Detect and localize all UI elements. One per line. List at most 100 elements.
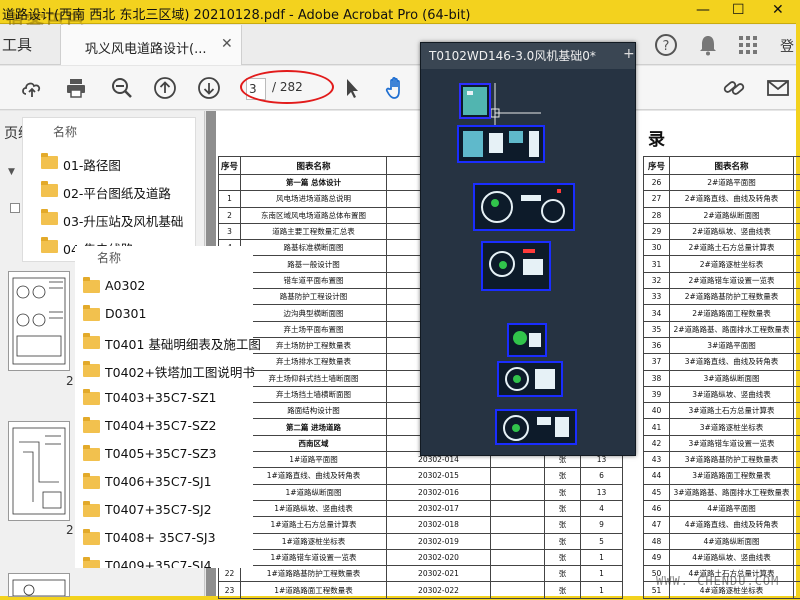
cloud-upload-icon[interactable] [20,76,44,100]
folder-item[interactable]: A0302 [83,274,253,300]
help-icon[interactable]: ? [654,33,678,57]
folder-item[interactable]: 02-平台图纸及道路 [41,180,197,204]
table-cell: 2#道路路基、路面排水工程数量表 [669,320,794,338]
table-cell: 错车道平面布置图 [240,271,387,290]
panel-options-box[interactable] [10,203,20,213]
table-cell: 3#道路平面图 [669,336,794,355]
table-cell [793,581,800,599]
table-cell: 13 [580,483,623,501]
table-cell: 44 [643,467,670,485]
folder-item[interactable]: T0402+铁塔加工图说明书 [83,358,255,384]
window-title-bar: 道客巴巴 道路设计(西南 西北 东北三区域) 20210128.pdf - Ad… [0,0,800,33]
table-row: 181#道路纵坡、竖曲线表20302-017张4 [218,499,623,518]
window-title: 道路设计(西南 西北 东北三区域) 20210128.pdf - Adobe A… [2,8,471,23]
table-cell [793,483,800,501]
table-cell [793,451,800,469]
minimize-button[interactable]: — [696,2,710,18]
folder-name: T0401 基础明细表及施工图 [105,337,261,352]
folder-item[interactable]: T0404+35C7-SZ2 [83,414,253,440]
table-cell: 1#道路纵坡、竖曲线表 [240,499,387,518]
table-cell: 46 [643,499,670,518]
table-cell [793,499,800,518]
folder-item[interactable]: 01-路径图 [41,152,197,176]
table-cell [793,385,800,404]
table-row: 48 4#道路纵断面图 [643,532,800,550]
table-cell: 48 [643,532,670,550]
page-thumbnail[interactable] [8,271,70,371]
table-cell: 39 [643,385,670,404]
table-row: 161#道路直线、曲线及转角表20302-015张6 [218,467,623,485]
table-row: 29 2#道路纵坡、竖曲线表 [643,222,800,241]
folder-item[interactable]: T0403+35C7-SZ1 [83,386,253,412]
tab-tools[interactable]: 工具 [0,25,58,65]
page-thumbnail[interactable] [8,573,70,597]
column-header-name[interactable]: 名称 [53,123,77,140]
table-cell [793,336,800,355]
folder-item[interactable]: T0401 基础明细表及施工图 [83,330,261,356]
table-cell: 张 [544,532,581,550]
table-cell: 第二篇 进场道路 [240,418,387,436]
folder-item[interactable]: T0405+35C7-SZ3 [83,442,253,468]
hand-tool-icon[interactable] [384,76,408,100]
tab-close-button[interactable]: ✕ [221,36,233,52]
table-header-cell: 图表名称 [669,156,794,175]
folder-name: T0406+35C7-SJ1 [105,474,212,489]
table-row: 47 4#道路直线、曲线及转角表 [643,516,800,534]
table-cell: 34 [643,304,670,322]
table-cell: 西南区域 [240,434,387,453]
table-row: 28 2#道路纵断面图 [643,206,800,224]
folder-name: T0407+35C7-SJ2 [105,502,212,517]
folder-item[interactable]: T0406+35C7-SJ1 [83,470,253,496]
table-cell: 弃土场排水工程数量表 [240,353,387,371]
table-cell: 43 [643,451,670,469]
cad-viewer-window[interactable]: T0102WD146-3.0风机基础0* + [420,42,636,456]
table-cell: 路基标准横断面图 [240,239,387,257]
folder-item[interactable]: T0408+ 35C7-SJ3 [83,526,253,552]
maximize-button[interactable]: ☐ [732,2,745,18]
bell-icon[interactable] [696,33,720,57]
folder-item[interactable]: T0409+35C7-SJ4 [83,554,253,568]
folder-list-popup: 名称 01-路径图 02-平台图纸及道路 03-升压站及风机基础 04-集电线路 [22,117,196,262]
table-row: 39 3#道路纵坡、竖曲线表 [643,385,800,404]
table-cell: 45 [643,483,670,501]
email-icon[interactable] [766,76,790,100]
previous-page-icon[interactable] [153,76,177,100]
folder-item[interactable]: T0407+35C7-SJ2 [83,498,253,524]
table-row: 35 2#道路路基、路面排水工程数量表 [643,320,800,338]
folder-item[interactable]: D0301 [83,302,253,328]
table-row: 34 2#道路路面工程数量表 [643,304,800,322]
apps-grid-icon[interactable] [736,33,760,57]
table-cell: 1#道路平面图 [240,451,387,469]
close-window-button[interactable]: ✕ [772,2,784,18]
zoom-out-icon[interactable] [110,76,134,100]
panel-collapse-arrow-icon[interactable]: ▼ [8,167,15,177]
table-cell: 40 [643,402,670,420]
main-toolbar: 3 / 282 [0,66,796,110]
bottom-watermark: WWW. CHENDU.COM [656,574,780,588]
cad-drawing-sheet [481,241,551,291]
folder-icon [83,417,100,433]
page-thumbnail[interactable] [8,421,70,521]
table-cell: 36 [643,336,670,355]
folder-item[interactable]: 03-升压站及风机基础 [41,208,197,232]
next-page-icon[interactable] [197,76,221,100]
table-cell: 1#道路直线、曲线及转角表 [240,467,387,485]
table-cell [793,173,800,192]
folder-name: T0404+35C7-SZ2 [105,418,217,433]
table-cell: 4#道路纵断面图 [669,532,794,550]
cad-drawing-sheet [457,125,545,163]
table-cell: 29 [643,222,670,241]
sign-in-label[interactable]: 登 [780,36,794,56]
tab-document[interactable]: 巩义风电道路设计(... ✕ [60,25,242,65]
table-cell: 3#道路直线、曲线及转角表 [669,353,794,371]
table-cell: 6 [580,467,623,485]
folder-icon [83,305,100,321]
select-arrow-icon[interactable] [340,76,364,100]
column-header-name[interactable]: 名称 [97,249,121,266]
table-cell: 31 [643,255,670,273]
share-link-icon[interactable] [722,76,746,100]
table-cell: 2#道路直线、曲线及转角表 [669,190,794,208]
table-row: 42 3#道路错车道设置一览表 [643,434,800,453]
print-icon[interactable] [64,76,88,100]
new-tab-plus-icon[interactable]: + [623,46,635,62]
